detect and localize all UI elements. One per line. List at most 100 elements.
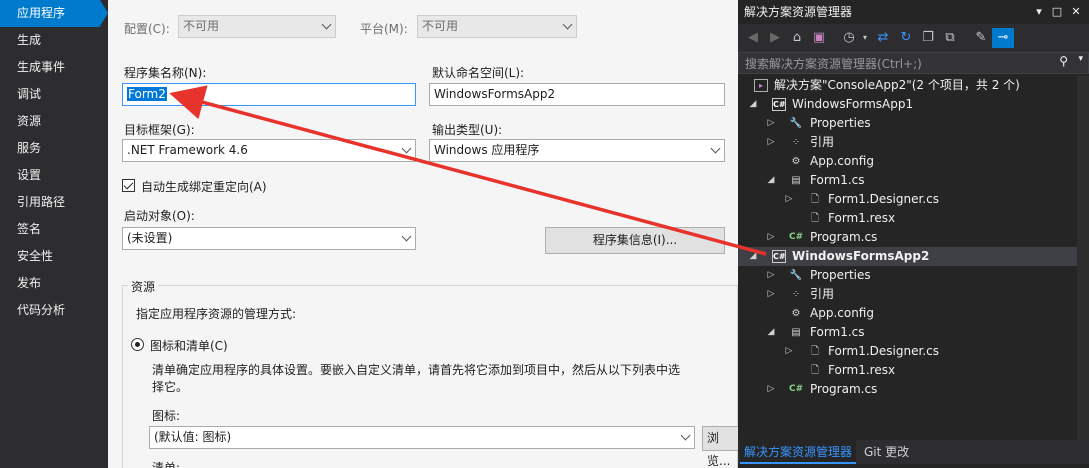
config-dropdown[interactable]: 不可用	[178, 15, 336, 38]
nav-item-resources[interactable]: 资源	[0, 108, 108, 135]
default-namespace-input[interactable]: WindowsFormsApp2	[429, 83, 725, 106]
collapse-triangle-icon[interactable]: ◢	[748, 95, 758, 114]
assembly-name-value: Form2	[127, 87, 167, 101]
nav-item-services[interactable]: 服务	[0, 135, 108, 162]
maximize-icon[interactable]: □	[1049, 0, 1065, 24]
chevron-down-icon	[401, 231, 412, 242]
show-all-files-icon[interactable]: ⧉	[941, 28, 959, 48]
nav-item-reference-paths[interactable]: 引用路径	[0, 189, 108, 216]
output-type-dropdown[interactable]: Windows 应用程序	[429, 139, 725, 162]
manifest-label: 清单:	[152, 461, 181, 468]
collapse-all-icon[interactable]: ❐	[919, 28, 937, 48]
tree-row-app-config[interactable]: ⚙ App.config	[738, 152, 1089, 171]
nav-item-publish[interactable]: 发布	[0, 270, 108, 297]
project2-label: WindowsFormsApp2	[792, 249, 930, 263]
nav-item-code-analysis[interactable]: 代码分析	[0, 297, 108, 324]
solution-tree: ▸ 解决方案"ConsoleApp2"(2 个项目，共 2 个) ◢ C# Wi…	[738, 76, 1089, 399]
expand-triangle-icon[interactable]: ▷	[784, 190, 794, 209]
tree-row-form1-designer[interactable]: ▷ 🗋 Form1.Designer.cs	[738, 342, 1089, 361]
tree-row-solution[interactable]: ▸ 解决方案"ConsoleApp2"(2 个项目，共 2 个)	[738, 76, 1089, 95]
tree-scrollbar[interactable]	[1077, 76, 1089, 440]
wrench-icon: 🔧	[789, 118, 803, 129]
switch-views-icon[interactable]: ▣	[810, 28, 828, 48]
search-placeholder: 搜索解决方案资源管理器(Ctrl+;)	[745, 57, 922, 71]
tree-row-references[interactable]: ▷ ⁘ 引用	[738, 285, 1089, 304]
tree-row-form1-resx[interactable]: 🗋 Form1.resx	[738, 361, 1089, 380]
references-label: 引用	[810, 135, 835, 149]
form1-label: Form1.cs	[810, 173, 865, 187]
tree-row-properties[interactable]: ▷ 🔧 Properties	[738, 114, 1089, 133]
tree-row-project1[interactable]: ◢ C# WindowsFormsApp1	[738, 95, 1089, 114]
form1-designer-label: Form1.Designer.cs	[828, 192, 939, 206]
tree-row-form1-designer[interactable]: ▷ 🗋 Form1.Designer.cs	[738, 190, 1089, 209]
back-icon[interactable]: ◀	[744, 28, 762, 48]
chevron-down-icon[interactable]: ▾	[1078, 54, 1083, 64]
expand-triangle-icon[interactable]: ▷	[766, 228, 776, 247]
browse-button[interactable]: 浏览...	[702, 426, 742, 468]
solution-explorer-search[interactable]: 搜索解决方案资源管理器(Ctrl+;) ⚲ ▾	[738, 52, 1089, 74]
code-file-icon: 🗋	[810, 194, 820, 205]
expand-triangle-icon[interactable]: ▷	[766, 133, 776, 152]
nav-item-security[interactable]: 安全性	[0, 243, 108, 270]
nav-item-settings[interactable]: 设置	[0, 162, 108, 189]
tree-row-program[interactable]: ▷ C# Program.cs	[738, 228, 1089, 247]
tree-row-form1[interactable]: ◢ ▤ Form1.cs	[738, 171, 1089, 190]
window-position-icon[interactable]: ▾	[1031, 0, 1047, 24]
assembly-info-button[interactable]: 程序集信息(I)...	[545, 227, 725, 254]
platform-dropdown[interactable]: 不可用	[417, 15, 577, 38]
assembly-name-input[interactable]: Form2	[122, 83, 416, 106]
tab-solution-explorer[interactable]: 解决方案资源管理器	[740, 440, 857, 464]
nav-item-signing[interactable]: 签名	[0, 216, 108, 243]
chevron-down-icon	[562, 19, 573, 30]
tree-row-program[interactable]: ▷ C# Program.cs	[738, 380, 1089, 399]
form-icon: ▤	[791, 175, 801, 186]
close-icon[interactable]: ✕	[1068, 0, 1084, 24]
nav-item-build-events[interactable]: 生成事件	[0, 54, 108, 81]
auto-binding-checkbox[interactable]	[122, 179, 135, 192]
expand-triangle-icon[interactable]: ▷	[766, 114, 776, 133]
collapse-triangle-icon[interactable]: ◢	[766, 323, 776, 342]
icon-label: 图标:	[152, 409, 181, 423]
icon-manifest-label: 图标和清单(C)	[150, 339, 228, 353]
code-file-icon: 🗋	[810, 346, 820, 357]
icon-dropdown[interactable]: (默认值: 图标)	[149, 426, 695, 449]
collapse-triangle-icon[interactable]: ◢	[766, 171, 776, 190]
tree-row-project2[interactable]: ◢ C# WindowsFormsApp2	[738, 247, 1089, 266]
target-framework-label: 目标框架(G):	[124, 123, 195, 137]
tree-row-references[interactable]: ▷ ⁘ 引用	[738, 133, 1089, 152]
nav-item-debug[interactable]: 调试	[0, 81, 108, 108]
output-type-value: Windows 应用程序	[434, 143, 540, 157]
chevron-down-icon	[321, 19, 332, 30]
collapse-triangle-icon[interactable]: ◢	[748, 247, 758, 266]
app-config-label: App.config	[810, 154, 874, 168]
expand-triangle-icon[interactable]: ▷	[766, 380, 776, 399]
refresh-icon[interactable]: ↻	[897, 28, 915, 48]
expand-triangle-icon[interactable]: ▷	[766, 285, 776, 304]
home-icon[interactable]: ⌂	[788, 28, 806, 48]
tree-row-form1-resx[interactable]: 🗋 Form1.resx	[738, 209, 1089, 228]
project1-label: WindowsFormsApp1	[792, 97, 914, 111]
tree-row-app-config[interactable]: ⚙ App.config	[738, 304, 1089, 323]
preview-selected-icon[interactable]: ⊸	[992, 28, 1014, 48]
forward-icon[interactable]: ▶	[766, 28, 784, 48]
nav-item-build[interactable]: 生成	[0, 27, 108, 54]
icon-manifest-radio[interactable]	[131, 338, 144, 351]
sync-icon[interactable]: ⇄	[874, 28, 892, 48]
search-icon[interactable]: ⚲	[1059, 54, 1068, 68]
target-framework-value: .NET Framework 4.6	[127, 143, 248, 157]
nav-item-application[interactable]: 应用程序	[0, 0, 108, 27]
startup-object-dropdown[interactable]: (未设置)	[122, 227, 416, 250]
tree-row-form1[interactable]: ◢ ▤ Form1.cs	[738, 323, 1089, 342]
platform-value: 不可用	[422, 19, 459, 33]
target-framework-dropdown[interactable]: .NET Framework 4.6	[122, 139, 416, 162]
tree-row-properties[interactable]: ▷ 🔧 Properties	[738, 266, 1089, 285]
form-icon: ▤	[791, 327, 801, 338]
properties-wrench-icon[interactable]: ✎	[972, 28, 990, 48]
expand-triangle-icon[interactable]: ▷	[784, 342, 794, 361]
expand-triangle-icon[interactable]: ▷	[766, 266, 776, 285]
default-namespace-value: WindowsFormsApp2	[434, 87, 556, 101]
solution-label: 解决方案"ConsoleApp2"(2 个项目，共 2 个)	[774, 78, 1020, 92]
tab-git-changes[interactable]: Git 更改	[860, 440, 913, 464]
chevron-down-icon[interactable]: ▾	[856, 28, 874, 48]
project-properties-nav: 应用程序 生成 生成事件 调试 资源 服务 设置 引用路径 签名 安全性 发布 …	[0, 0, 108, 468]
